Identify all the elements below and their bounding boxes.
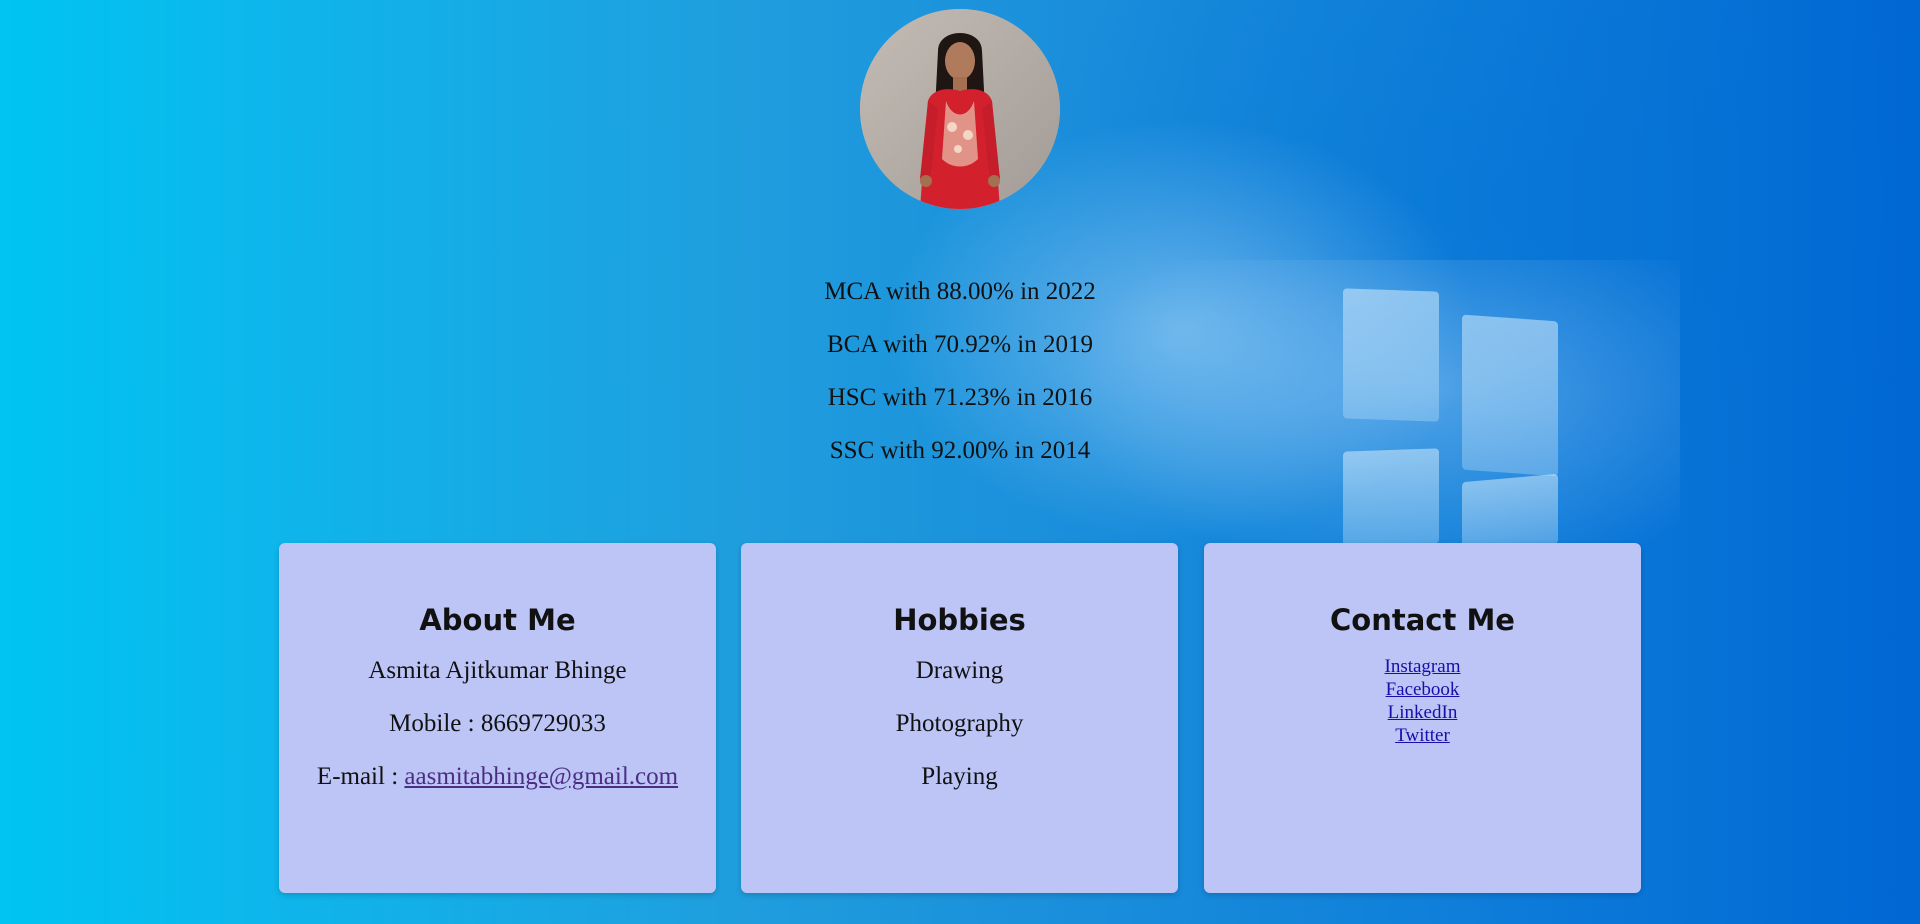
education-item: MCA with 88.00% in 2022: [824, 278, 1096, 305]
about-card: About Me Asmita Ajitkumar Bhinge Mobile …: [279, 543, 716, 893]
social-links: Instagram Facebook LinkedIn Twitter: [1204, 655, 1641, 747]
about-title: About Me: [419, 603, 576, 637]
hobbies-card: Hobbies Drawing Photography Playing: [741, 543, 1178, 893]
profile-photo: [860, 9, 1060, 209]
contact-title: Contact Me: [1330, 603, 1515, 637]
contact-card: Contact Me Instagram Facebook LinkedIn T…: [1204, 543, 1641, 893]
hobby-item: Playing: [921, 763, 998, 790]
hobby-item: Photography: [895, 710, 1024, 737]
twitter-link[interactable]: Twitter: [1204, 724, 1641, 747]
hobbies-title: Hobbies: [893, 603, 1026, 637]
education-item: SSC with 92.00% in 2014: [829, 437, 1091, 464]
education-item: BCA with 70.92% in 2019: [827, 331, 1093, 358]
about-email: E-mail : aasmitabhinge@gmail.com: [279, 763, 716, 791]
email-label: E-mail :: [316, 763, 405, 790]
instagram-link[interactable]: Instagram: [1204, 655, 1641, 678]
info-cards: About Me Asmita Ajitkumar Bhinge Mobile …: [279, 543, 1641, 893]
education-list: MCA with 88.00% in 2022 BCA with 70.92% …: [0, 278, 1920, 490]
linkedin-link[interactable]: LinkedIn: [1204, 701, 1641, 724]
email-link[interactable]: aasmitabhinge@gmail.com: [404, 763, 678, 790]
hobby-item: Drawing: [915, 657, 1004, 684]
education-item: HSC with 71.23% in 2016: [827, 384, 1093, 411]
about-name: Asmita Ajitkumar Bhinge: [368, 657, 627, 684]
about-mobile: Mobile : 8669729033: [389, 710, 606, 737]
profile-photo-illustration: [860, 9, 1060, 209]
facebook-link[interactable]: Facebook: [1204, 678, 1641, 701]
